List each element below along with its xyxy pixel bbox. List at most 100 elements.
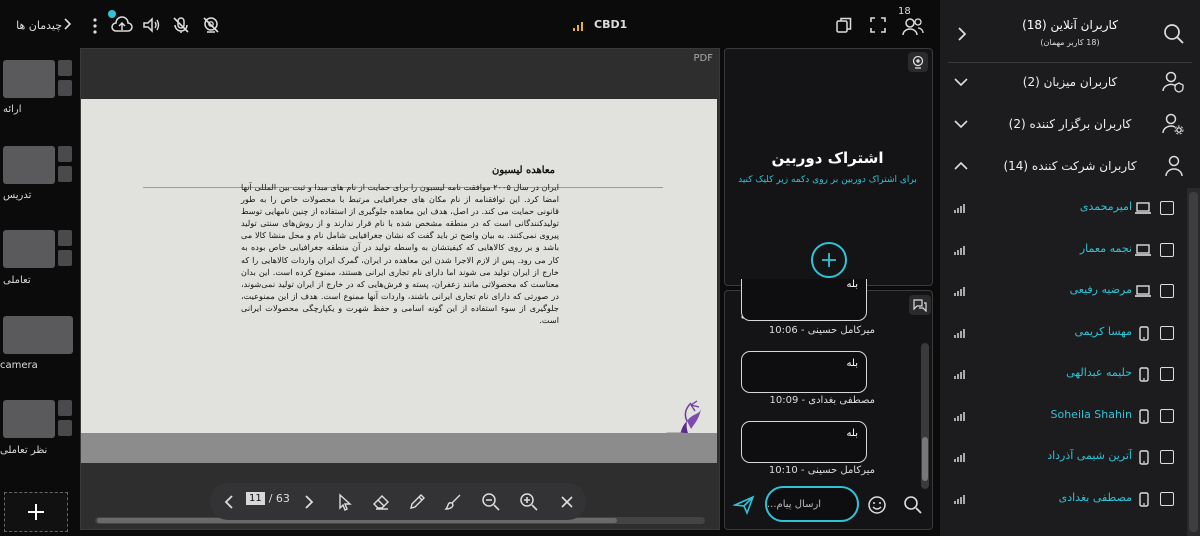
chevron-right-icon [305, 495, 314, 509]
signal-icon [954, 327, 966, 339]
scrollbar-thumb[interactable] [922, 437, 928, 481]
next-page-button[interactable] [300, 492, 318, 512]
plus-icon [822, 253, 836, 267]
slide-footer-band [81, 433, 717, 463]
chevron-left-icon [224, 495, 233, 509]
layers-icon[interactable] [834, 15, 854, 35]
participants-icon[interactable]: 18 [898, 6, 926, 38]
signal-icon [954, 493, 966, 505]
participant-checkbox[interactable] [1160, 492, 1174, 506]
signal-icon [954, 451, 966, 463]
eraser-icon[interactable] [370, 491, 392, 513]
chevron-right-icon [958, 27, 967, 41]
add-camera-button[interactable] [811, 242, 847, 278]
participant-checkbox[interactable] [1160, 326, 1174, 340]
user-host-icon [1160, 70, 1186, 94]
signal-icon [954, 244, 966, 256]
room-name: CBD1 [594, 18, 628, 31]
chat-message-text: بله [846, 358, 858, 369]
pencil-icon[interactable] [406, 491, 428, 513]
layouts-header-label: چیدمان ها [16, 18, 62, 32]
close-icon[interactable] [556, 491, 578, 513]
zoom-out-icon[interactable] [480, 491, 502, 513]
fullscreen-icon[interactable] [868, 15, 888, 35]
layout-item-label: camera [0, 360, 38, 371]
signal-icon [572, 20, 584, 32]
online-users-subtitle: (18 کاربر مهمان) [1040, 38, 1100, 47]
chat-scrollbar[interactable] [921, 343, 929, 489]
plus-icon [28, 504, 44, 520]
chevron-down-icon [952, 74, 970, 90]
camera-share-panel: اشتراک دوربین برای اشتراک دوربین بر روی … [724, 48, 933, 286]
participant-name: آترین شیمی آذرداد [1047, 449, 1132, 462]
participant-name: امیرمحمدی [1079, 200, 1132, 213]
chat-bubbles-icon[interactable] [909, 295, 931, 315]
scrollbar-thumb[interactable] [1189, 192, 1198, 532]
speaker-icon[interactable] [140, 14, 162, 36]
signal-icon [954, 202, 966, 214]
online-users-panel: کاربران آنلاین (18) (18 کاربر مهمان) کار… [940, 0, 1200, 536]
chat-message-input[interactable]: ارسال پیام... [765, 486, 859, 522]
chat-message-text: بله [846, 279, 858, 290]
participant-name: مصطفی بغدادی [1058, 491, 1132, 504]
emoji-icon[interactable] [865, 493, 889, 517]
users-scrollbar[interactable] [1187, 188, 1200, 536]
file-type-label: PDF [693, 53, 713, 64]
slide-page: معاهده لیسبون ایران در سال ۲۰۰۵ موافقت ن… [81, 99, 717, 452]
camera-off-icon[interactable] [200, 14, 222, 36]
brush-icon[interactable] [442, 491, 464, 513]
participant-checkbox[interactable] [1160, 243, 1174, 257]
phone-icon [1137, 408, 1151, 424]
chat-panel: بله میرکامل حسینی - 10:06 بله مصطفی بغدا… [724, 279, 933, 530]
layouts-header[interactable]: چیدمان ها [0, 12, 76, 38]
layout-item-label: نظر تعاملی [0, 445, 48, 456]
user-settings-icon [1160, 112, 1186, 136]
add-layout-button[interactable] [4, 492, 68, 532]
participants-count: 18 [898, 6, 911, 17]
search-icon[interactable] [1162, 22, 1186, 46]
phone-icon [1137, 449, 1151, 465]
app-root: چیدمان ها ارائه تدریس تعاملی camera نظر … [0, 0, 1200, 536]
mic-off-icon[interactable] [170, 14, 192, 36]
total-pages: / 63 [268, 492, 290, 505]
phone-icon [1137, 325, 1151, 341]
slide-body: ایران در سال ۲۰۰۵ موافقت نامه لیسبون را … [241, 182, 560, 326]
online-users-title: کاربران آنلاین (18) [1022, 18, 1118, 32]
group-label: کاربران میزبان (2) [1022, 75, 1118, 89]
cloud-upload-icon[interactable] [108, 10, 134, 36]
prev-page-button[interactable] [220, 492, 238, 512]
chat-message-meta: مصطفی بغدادی - 10:09 [769, 395, 875, 406]
group-label: کاربران شرکت کننده (14) [1003, 159, 1137, 173]
laptop-icon [1133, 242, 1153, 258]
more-vertical-icon[interactable] [90, 16, 100, 36]
send-icon[interactable] [731, 493, 757, 517]
slide-title: معاهده لیسبون [492, 165, 555, 176]
webcam-icon [908, 52, 928, 72]
participant-checkbox[interactable] [1160, 409, 1174, 423]
participant-name: نجمه معمار [1079, 242, 1132, 255]
participant-name: مرضیه رفیعی [1069, 283, 1132, 296]
signal-icon [954, 410, 966, 422]
participant-checkbox[interactable] [1160, 367, 1174, 381]
laptop-icon [1133, 200, 1153, 216]
chevron-down-icon [952, 116, 970, 132]
search-icon[interactable] [901, 493, 925, 517]
zoom-in-icon[interactable] [518, 491, 540, 513]
layouts-panel: چیدمان ها ارائه تدریس تعاملی camera نظر … [0, 0, 76, 536]
top-toolbar: CBD1 18 [76, 6, 938, 44]
participant-checkbox[interactable] [1160, 284, 1174, 298]
page-indicator: 11 / 63 [246, 492, 290, 505]
whiteboard-toolbar: 11 / 63 [210, 483, 586, 520]
layout-item-label: تدریس [3, 190, 32, 201]
collapse-panel-button[interactable] [954, 24, 970, 44]
chat-message-meta: میرکامل حسینی - 10:06 [768, 325, 875, 336]
participant-name: Soheila Shahin [1050, 408, 1133, 421]
phone-icon [1137, 366, 1151, 382]
participant-checkbox[interactable] [1160, 450, 1174, 464]
current-page[interactable]: 11 [246, 492, 265, 505]
participant-name: حلیمه عبدالهی [1066, 366, 1132, 379]
pointer-icon[interactable] [334, 491, 356, 513]
participant-checkbox[interactable] [1160, 201, 1174, 215]
user-icon [1162, 154, 1186, 178]
signal-icon [954, 285, 966, 297]
